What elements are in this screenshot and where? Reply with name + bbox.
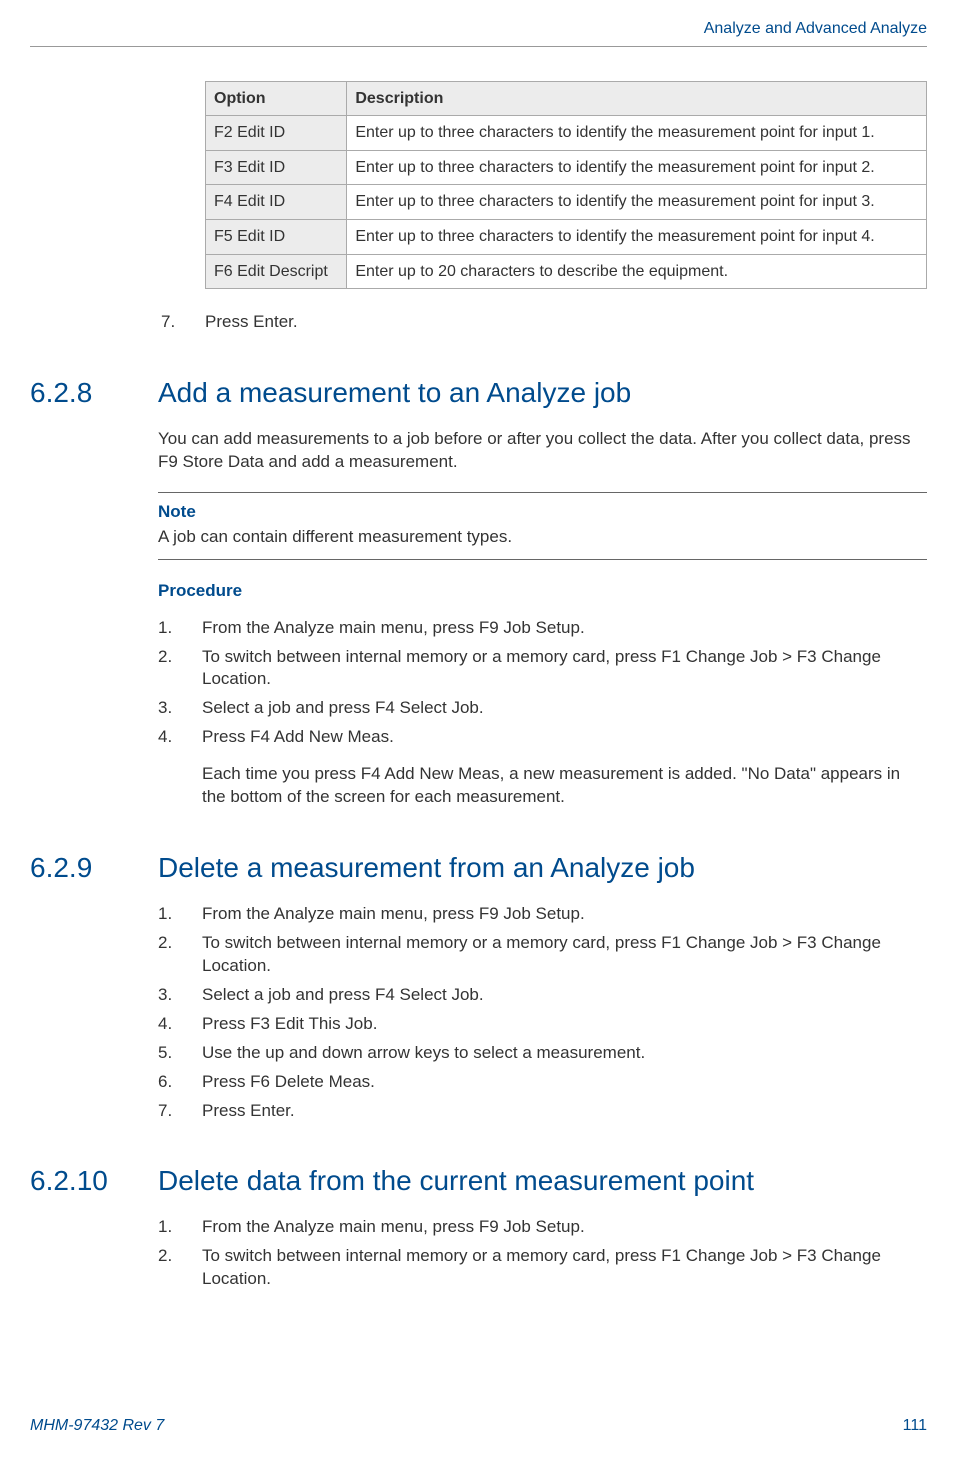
- section-heading: 6.2.8 Add a measurement to an Analyze jo…: [30, 374, 927, 412]
- step-number: 3.: [158, 984, 202, 1007]
- option-cell: F3 Edit ID: [206, 150, 347, 185]
- description-cell: Enter up to 20 characters to describe th…: [347, 254, 927, 289]
- table-row: F6 Edit Descript Enter up to 20 characte…: [206, 254, 927, 289]
- step-text: From the Analyze main menu, press F9 Job…: [202, 617, 927, 640]
- step-item: 7. Press Enter.: [158, 1100, 927, 1123]
- step-text: From the Analyze main menu, press F9 Job…: [202, 903, 927, 926]
- section-heading: 6.2.9 Delete a measurement from an Analy…: [30, 849, 927, 887]
- step-text: To switch between internal memory or a m…: [202, 646, 927, 692]
- step-number: 4.: [158, 1013, 202, 1036]
- description-cell: Enter up to three characters to identify…: [347, 150, 927, 185]
- step-item: 4. Press F4 Add New Meas. Each time you …: [158, 726, 927, 809]
- table-row: F2 Edit ID Enter up to three characters …: [206, 116, 927, 151]
- section-number: 6.2.10: [30, 1162, 158, 1200]
- table-header-option: Option: [206, 81, 347, 116]
- step-number: 1.: [158, 1216, 202, 1239]
- section-number: 6.2.8: [30, 374, 158, 412]
- step-text: To switch between internal memory or a m…: [202, 932, 927, 978]
- step-text: Press F4 Add New Meas.: [202, 726, 927, 749]
- option-cell: F6 Edit Descript: [206, 254, 347, 289]
- page-footer: MHM-97432 Rev 7 111: [30, 1415, 927, 1437]
- step-number: 5.: [158, 1042, 202, 1065]
- note-label: Note: [158, 501, 927, 524]
- step-item: 1. From the Analyze main menu, press F9 …: [158, 1216, 927, 1239]
- step-item: 6. Press F6 Delete Meas.: [158, 1071, 927, 1094]
- procedure-label: Procedure: [158, 580, 927, 603]
- step-number: 6.: [158, 1071, 202, 1094]
- step-number: 4.: [158, 726, 202, 809]
- table-header-description: Description: [347, 81, 927, 116]
- step-text: Select a job and press F4 Select Job.: [202, 697, 927, 720]
- doc-id: MHM-97432 Rev 7: [30, 1415, 164, 1437]
- step-followup: Each time you press F4 Add New Meas, a n…: [202, 763, 927, 809]
- step-number: 1.: [158, 617, 202, 640]
- page-number: 111: [903, 1415, 927, 1437]
- step-number: 3.: [158, 697, 202, 720]
- step-number: 2.: [158, 932, 202, 978]
- step-number: 1.: [158, 903, 202, 926]
- table-row: F5 Edit ID Enter up to three characters …: [206, 219, 927, 254]
- note-block: Note A job can contain different measure…: [158, 492, 927, 560]
- step-item: 1. From the Analyze main menu, press F9 …: [158, 903, 927, 926]
- section-title: Add a measurement to an Analyze job: [158, 374, 631, 412]
- step-item: 3. Select a job and press F4 Select Job.: [158, 697, 927, 720]
- step-item: 7. Press Enter.: [161, 311, 927, 334]
- step-text: To switch between internal memory or a m…: [202, 1245, 927, 1291]
- page-content: Option Description F2 Edit ID Enter up t…: [0, 47, 975, 1291]
- section-heading: 6.2.10 Delete data from the current meas…: [30, 1162, 927, 1200]
- step-number: 7.: [158, 1100, 202, 1123]
- intro-paragraph: You can add measurements to a job before…: [158, 428, 927, 474]
- description-cell: Enter up to three characters to identify…: [347, 219, 927, 254]
- note-text: A job can contain different measurement …: [158, 526, 927, 549]
- step-text: Select a job and press F4 Select Job.: [202, 984, 927, 1007]
- step-item: 5. Use the up and down arrow keys to sel…: [158, 1042, 927, 1065]
- step-text: Press Enter.: [202, 1100, 927, 1123]
- option-cell: F5 Edit ID: [206, 219, 347, 254]
- section-title: Delete data from the current measurement…: [158, 1162, 754, 1200]
- step-number: 7.: [161, 311, 205, 334]
- table-row: F4 Edit ID Enter up to three characters …: [206, 185, 927, 220]
- step-item: 2. To switch between internal memory or …: [158, 646, 927, 692]
- step-item: 4. Press F3 Edit This Job.: [158, 1013, 927, 1036]
- description-cell: Enter up to three characters to identify…: [347, 185, 927, 220]
- step-item: 1. From the Analyze main menu, press F9 …: [158, 617, 927, 640]
- step-text: Press F3 Edit This Job.: [202, 1013, 927, 1036]
- step-text: Press Enter.: [205, 311, 927, 334]
- option-cell: F2 Edit ID: [206, 116, 347, 151]
- step-item: 2. To switch between internal memory or …: [158, 932, 927, 978]
- step-item: 3. Select a job and press F4 Select Job.: [158, 984, 927, 1007]
- step-text: Use the up and down arrow keys to select…: [202, 1042, 927, 1065]
- options-table: Option Description F2 Edit ID Enter up t…: [205, 81, 927, 290]
- running-header: Analyze and Advanced Analyze: [0, 0, 975, 46]
- option-cell: F4 Edit ID: [206, 185, 347, 220]
- step-number: 2.: [158, 646, 202, 692]
- step-item: 2. To switch between internal memory or …: [158, 1245, 927, 1291]
- step-text: Press F6 Delete Meas.: [202, 1071, 927, 1094]
- step-number: 2.: [158, 1245, 202, 1291]
- description-cell: Enter up to three characters to identify…: [347, 116, 927, 151]
- step-text: From the Analyze main menu, press F9 Job…: [202, 1216, 927, 1239]
- table-row: F3 Edit ID Enter up to three characters …: [206, 150, 927, 185]
- section-title: Delete a measurement from an Analyze job: [158, 849, 695, 887]
- section-number: 6.2.9: [30, 849, 158, 887]
